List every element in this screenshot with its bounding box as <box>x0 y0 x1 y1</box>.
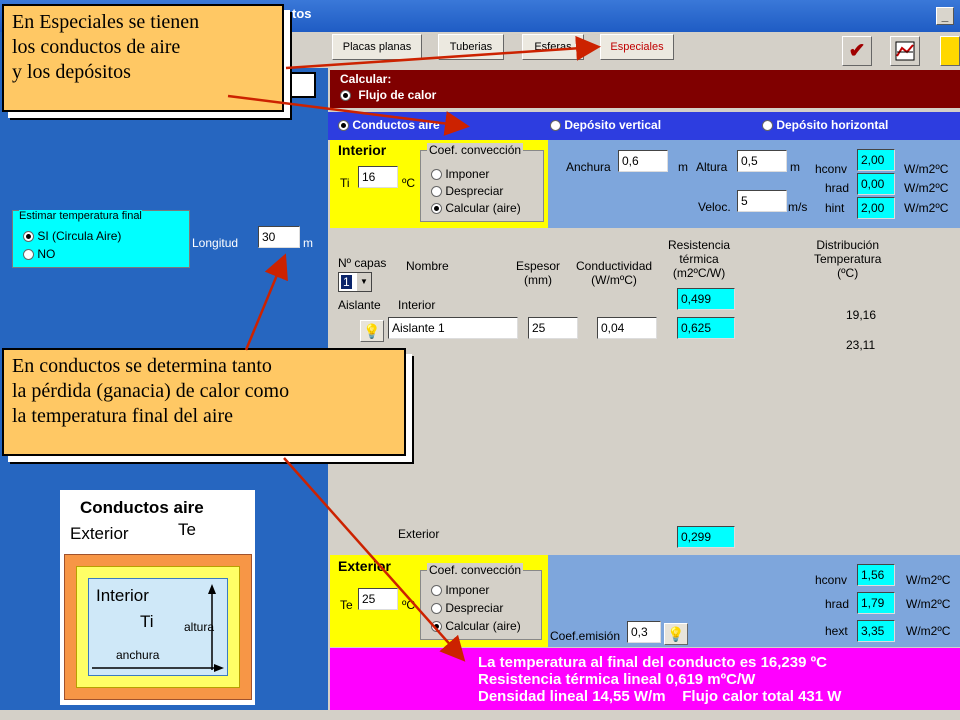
callout-arrows <box>227 35 601 662</box>
